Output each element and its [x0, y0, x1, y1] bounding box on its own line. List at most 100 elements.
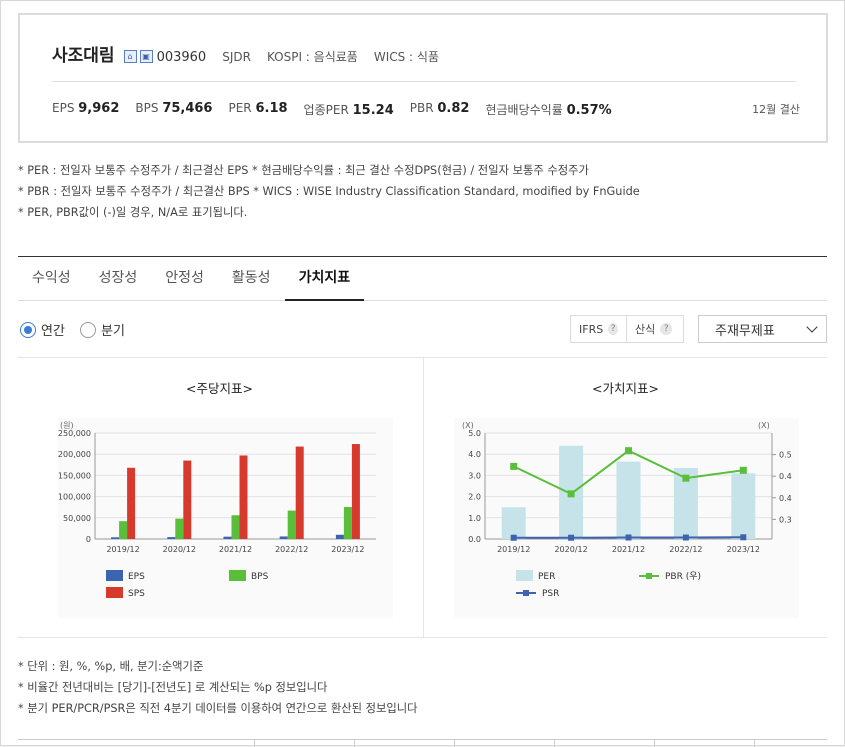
y-tick-label: 0 — [86, 535, 91, 544]
legend-label: PSR — [542, 589, 559, 599]
x-tick-label: 2022/12 — [275, 545, 308, 554]
point-pbr — [625, 447, 632, 454]
point-psr — [740, 534, 746, 540]
indicator-tabs: 수익성 성장성 안정성 활동성 가치지표 — [18, 257, 827, 301]
note-line: * PER, PBR값이 (-)일 경우, N/A로 표기됩니다. — [18, 202, 640, 223]
right-tick-label: 0.4 — [779, 494, 792, 503]
legend-label: EPS — [128, 572, 145, 582]
stat-industry-per: 업종PER 15.24 — [304, 101, 394, 118]
right-tick-label: 0.5 — [779, 451, 792, 460]
legend-swatch — [516, 570, 533, 581]
charts-panel: <주당지표> <가치지표> (원)050,000100,000150,00020… — [18, 357, 827, 638]
y-tick-label: 200,000 — [58, 450, 91, 459]
point-pbr — [510, 463, 517, 470]
company-name: 사조대림 — [52, 41, 115, 66]
bar-per — [617, 462, 641, 539]
x-tick-label: 2022/12 — [669, 545, 702, 554]
tab-profitability[interactable]: 수익성 — [18, 257, 85, 300]
quarter-radio[interactable]: 분기 — [80, 320, 125, 339]
y-tick-label: 2.0 — [468, 493, 481, 502]
x-tick-label: 2021/12 — [612, 545, 645, 554]
wics-classification: WICS : 식품 — [374, 48, 439, 65]
point-psr — [683, 535, 689, 541]
legend-swatch — [106, 570, 123, 581]
bar-eps — [336, 535, 344, 539]
bar-per — [502, 507, 526, 539]
help-icon: ? — [608, 323, 618, 335]
fiscal-month: 12월 결산 — [752, 101, 800, 117]
x-tick-label: 2023/12 — [331, 545, 364, 554]
y-tick-label: 3.0 — [468, 471, 481, 480]
footnote-line: * 분기 PER/PCR/PSR은 직전 4분기 데이터를 이용하여 연간으로 … — [18, 698, 418, 719]
per-share-chart: (원)050,000100,000150,000200,000250,00020… — [18, 358, 418, 637]
legend-label: PBR (우) — [665, 571, 701, 582]
stock-code: 003960 — [157, 50, 207, 65]
x-tick-label: 2019/12 — [497, 545, 530, 554]
point-pbr — [682, 475, 689, 482]
english-ticker: SJDR — [222, 50, 251, 64]
home-icon[interactable]: ⌂ — [124, 50, 137, 63]
annual-radio[interactable]: 연간 — [20, 320, 65, 339]
tab-valuation[interactable]: 가치지표 — [285, 257, 365, 300]
company-summary-card: 사조대림 ⌂ ▣ 003960 SJDR KOSPI : 음식료품 WICS :… — [18, 13, 828, 143]
y-tick-label: 100,000 — [58, 493, 91, 502]
stat-dividend-yield: 현금배당수익률 0.57% — [485, 101, 611, 118]
legend-label: BPS — [251, 572, 269, 582]
chevron-down-icon — [806, 321, 817, 332]
radio-unchecked-icon — [80, 322, 96, 338]
legend-marker — [646, 573, 652, 579]
y-tick-label: 5.0 — [468, 429, 481, 438]
stat-per: PER 6.18 — [228, 101, 287, 118]
bar-bps — [288, 511, 296, 539]
tab-growth[interactable]: 성장성 — [85, 257, 152, 300]
y-tick-label: 250,000 — [58, 429, 91, 438]
legend-swatch — [229, 570, 246, 581]
right-tick-label: 0.4 — [779, 472, 792, 481]
ifrs-button[interactable]: IFRS? — [570, 315, 627, 343]
tab-stability[interactable]: 안정성 — [151, 257, 218, 300]
legend-marker — [523, 590, 529, 596]
bar-bps — [119, 521, 127, 539]
legend-label: SPS — [128, 589, 145, 599]
bar-sps — [127, 468, 135, 539]
tab-activity[interactable]: 활동성 — [218, 257, 285, 300]
market-classification: KOSPI : 음식료품 — [267, 48, 358, 65]
stat-eps: EPS 9,962 — [52, 101, 119, 118]
key-stats: EPS 9,962 BPS 75,466 PER 6.18 업종PER 15.2… — [52, 101, 628, 118]
footnote-line: * 단위 : 원, %, %p, 배, 분기:순액기준 — [18, 656, 418, 677]
stat-bps: BPS 75,466 — [135, 101, 212, 118]
formula-button[interactable]: 산식? — [626, 315, 684, 343]
point-psr — [568, 535, 574, 541]
right-unit-label: (X) — [758, 421, 770, 430]
x-tick-label: 2020/12 — [554, 545, 587, 554]
ir-icon[interactable]: ▣ — [140, 50, 153, 63]
bar-bps — [344, 507, 352, 539]
stat-pbr: PBR 0.82 — [410, 101, 470, 118]
company-badges: ⌂ ▣ — [121, 50, 153, 63]
definition-notes: * PER : 전일자 보통주 수정주가 / 최근결산 EPS * 현금배당수익… — [18, 160, 640, 223]
bar-per — [731, 473, 755, 539]
chart-controls: 연간 분기 IFRS? 산식? 주재무제표 — [18, 314, 827, 346]
footnote-line: * 비율간 전년대비는 [당기]-[전년도] 로 계산되는 %p 정보입니다 — [18, 677, 418, 698]
bar-sps — [240, 455, 248, 539]
x-tick-label: 2020/12 — [163, 545, 196, 554]
point-pbr — [740, 467, 747, 474]
bar-eps — [280, 536, 288, 539]
y-tick-label: 1.0 — [468, 514, 481, 523]
x-tick-label: 2019/12 — [106, 545, 139, 554]
x-tick-label: 2021/12 — [219, 545, 252, 554]
right-tick-label: 0.3 — [779, 515, 792, 524]
note-line: * PBR : 전일자 보통주 수정주가 / 최근결산 BPS * WICS :… — [18, 181, 640, 202]
statement-select[interactable]: 주재무제표 — [698, 315, 827, 343]
company-title-row: 사조대림 ⌂ ▣ 003960 SJDR KOSPI : 음식료품 WICS :… — [52, 41, 439, 66]
bar-eps — [224, 537, 232, 539]
card-divider — [52, 81, 796, 82]
bar-bps — [175, 519, 183, 539]
bar-sps — [352, 444, 360, 539]
legend-label: PER — [538, 572, 555, 582]
bar-eps — [167, 537, 175, 539]
bar-bps — [232, 515, 240, 539]
point-psr — [511, 535, 517, 541]
x-tick-label: 2023/12 — [727, 545, 760, 554]
bar-sps — [183, 461, 191, 539]
